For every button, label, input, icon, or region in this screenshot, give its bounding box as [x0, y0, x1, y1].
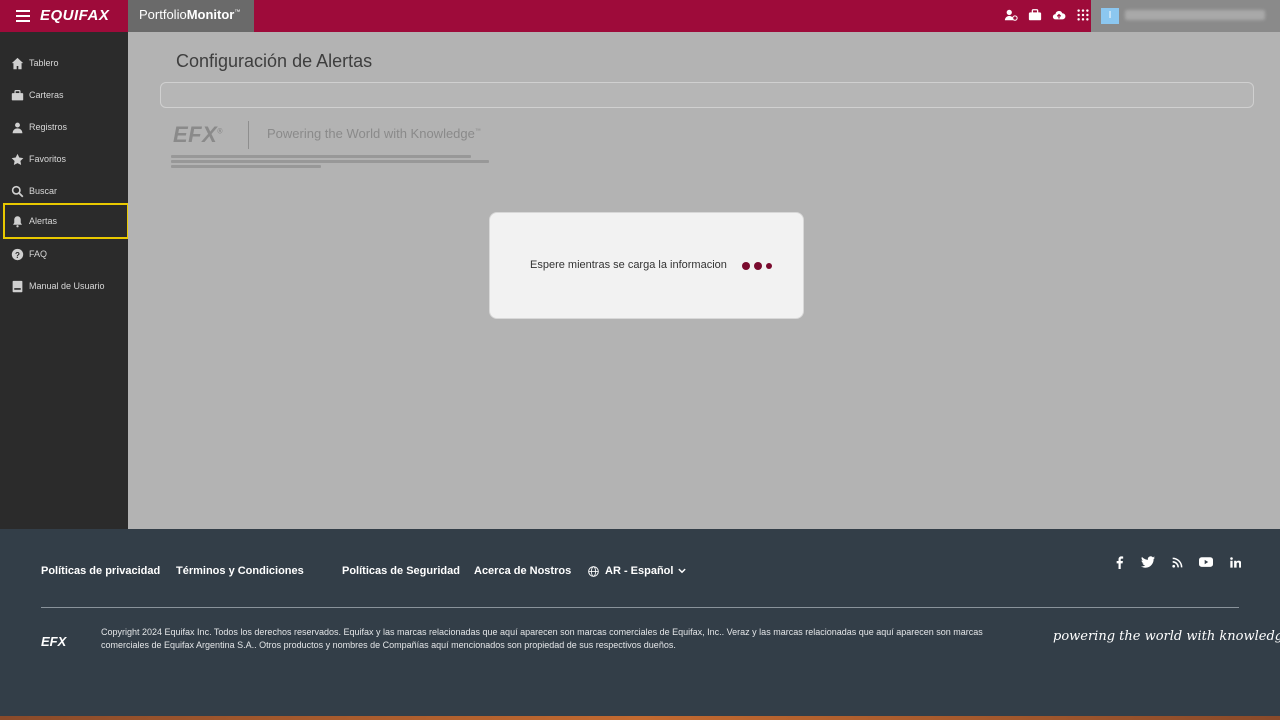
chevron-down-icon [678, 568, 687, 574]
language-selector[interactable]: AR - Español [588, 565, 693, 577]
sidebar: Tablero Carteras Registros Favoritos Bus… [0, 32, 129, 529]
product-name-light: Portfolio [139, 7, 187, 22]
logo-divider [248, 121, 249, 149]
apps-grid-icon[interactable] [1076, 8, 1090, 22]
loading-message: Espere mientras se carga la informacion [530, 259, 727, 271]
loading-dot [766, 263, 772, 269]
sidebar-item-label: Favoritos [29, 154, 67, 164]
sidebar-item-label: Manual de Usuario [29, 281, 105, 291]
sidebar-item-carteras[interactable]: Carteras [5, 79, 127, 111]
social-links [1112, 555, 1242, 569]
tagline: Powering the World with Knowledge™ [267, 126, 481, 141]
star-icon [10, 152, 24, 166]
linkedin-icon[interactable] [1228, 555, 1242, 569]
tagline-text: Powering the World with Knowledge [267, 126, 475, 141]
globe-icon [588, 565, 599, 577]
twitter-icon[interactable] [1141, 555, 1155, 569]
sidebar-item-label: Tablero [29, 58, 59, 68]
youtube-icon[interactable] [1199, 555, 1213, 569]
book-icon [10, 279, 24, 293]
equifax-logo[interactable]: EQUIFAX [40, 7, 109, 24]
facebook-icon[interactable] [1112, 555, 1126, 569]
footer-efx-logo: EFX [41, 634, 67, 649]
sidebar-item-label: Carteras [29, 90, 64, 100]
footer-divider [41, 607, 1239, 608]
top-icons [1004, 8, 1090, 22]
sidebar-item-label: Registros [29, 122, 68, 132]
bell-icon [10, 214, 24, 228]
user-settings-icon[interactable] [1004, 8, 1018, 22]
footer-link-terms[interactable]: Términos y Condiciones [176, 565, 304, 577]
product-name: PortfolioMonitor™ [128, 0, 254, 32]
sidebar-item-faq[interactable]: ? FAQ [5, 238, 127, 270]
briefcase-icon[interactable] [1028, 8, 1042, 22]
product-tm: ™ [234, 9, 241, 16]
product-name-bold: Monitor [186, 7, 235, 22]
bottom-strip [0, 716, 1280, 720]
loading-dialog: Espere mientras se carga la informacion [489, 212, 804, 319]
logo-fineprint [171, 155, 491, 170]
rss-icon[interactable] [1170, 555, 1184, 569]
sidebar-item-label: FAQ [29, 249, 48, 259]
search-icon [10, 184, 24, 198]
sidebar-item-label: Buscar [29, 186, 58, 196]
sidebar-item-favoritos[interactable]: Favoritos [5, 143, 127, 175]
top-bar: EQUIFAX PortfolioMonitor™ I [0, 0, 1280, 32]
page-title: Configuración de Alertas [176, 51, 373, 71]
efx-logo: EFX® [173, 122, 223, 148]
footer-links: Políticas de privacidad Términos y Condi… [0, 565, 1280, 579]
sidebar-item-registros[interactable]: Registros [5, 111, 127, 143]
language-label: AR - Español [605, 565, 674, 577]
powering-tagline: powering the world with knowledge™ [1053, 629, 1280, 644]
sidebar-item-tablero[interactable]: Tablero [5, 47, 127, 79]
user-email-redacted [1125, 10, 1265, 20]
user-menu[interactable]: I [1091, 0, 1280, 32]
avatar[interactable]: I [1101, 8, 1119, 24]
efx-logo-text: EFX [173, 122, 218, 147]
footer: Políticas de privacidad Términos y Condi… [0, 529, 1280, 720]
sidebar-item-alertas[interactable]: Alertas [3, 203, 129, 239]
home-icon [10, 56, 24, 70]
footer-link-security[interactable]: Políticas de Seguridad [342, 565, 460, 577]
loading-dot [754, 262, 762, 270]
hamburger-menu-icon[interactable] [16, 8, 30, 24]
sidebar-item-manual[interactable]: Manual de Usuario [5, 270, 127, 302]
footer-link-about[interactable]: Acerca de Nostros [474, 565, 571, 577]
copyright-text: Copyright 2024 Equifax Inc. Todos los de… [101, 627, 983, 650]
users-icon [10, 120, 24, 134]
cloud-upload-icon[interactable] [1052, 8, 1066, 22]
alerts-config-panel [160, 82, 1254, 108]
loading-spinner [742, 262, 772, 270]
svg-text:?: ? [15, 250, 20, 259]
briefcase-icon [10, 88, 24, 102]
tagline-tm: ™ [474, 128, 481, 135]
efx-logo-tm: ® [217, 128, 223, 136]
powering-text: powering the world with knowledge [1053, 629, 1280, 644]
footer-link-privacy[interactable]: Políticas de privacidad [41, 565, 160, 577]
loading-dot [742, 262, 750, 270]
question-icon: ? [10, 247, 24, 261]
sidebar-item-label: Alertas [29, 216, 58, 226]
